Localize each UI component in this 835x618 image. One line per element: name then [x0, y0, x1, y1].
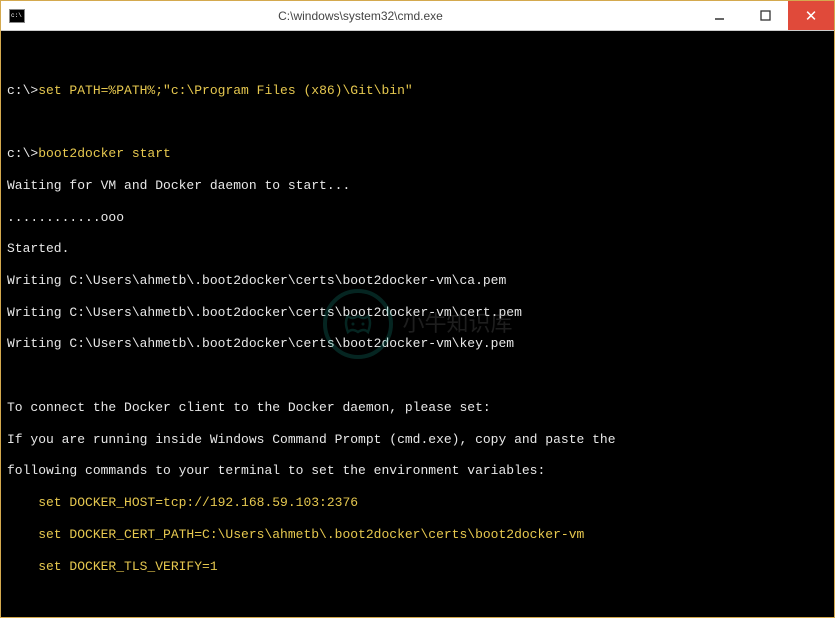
output-line: Started. — [7, 241, 828, 257]
close-icon: ✕ — [805, 7, 818, 25]
terminal-area[interactable]: 小牛知识库 c:\>set PATH=%PATH%;"c:\Program Fi… — [1, 31, 834, 617]
close-button[interactable]: ✕ — [788, 1, 834, 30]
terminal-line: c:\>set PATH=%PATH%;"c:\Program Files (x… — [7, 83, 828, 99]
output-line: following commands to your terminal to s… — [7, 463, 828, 479]
window-title: C:\windows\system32\cmd.exe — [25, 9, 696, 23]
maximize-button[interactable] — [742, 1, 788, 30]
terminal-line: c:\>boot2docker start — [7, 146, 828, 162]
output-line: Waiting for VM and Docker daemon to star… — [7, 178, 828, 194]
cmd-window: C:\windows\system32\cmd.exe ✕ 小牛知识库 c:\>… — [0, 0, 835, 618]
cmd-icon — [9, 9, 25, 23]
output-line: To connect the Docker client to the Dock… — [7, 400, 828, 416]
prompt: c:\> — [7, 83, 38, 98]
output-line: Writing C:\Users\ahmetb\.boot2docker\cer… — [7, 336, 828, 352]
env-command: set DOCKER_CERT_PATH=C:\Users\ahmetb\.bo… — [7, 527, 828, 543]
minimize-icon — [714, 10, 725, 21]
env-command: set DOCKER_TLS_VERIFY=1 — [7, 559, 828, 575]
prompt: c:\> — [7, 146, 38, 161]
output-line: Writing C:\Users\ahmetb\.boot2docker\cer… — [7, 273, 828, 289]
minimize-button[interactable] — [696, 1, 742, 30]
maximize-icon — [760, 10, 771, 21]
output-line: ............ooo — [7, 210, 828, 226]
titlebar[interactable]: C:\windows\system32\cmd.exe ✕ — [1, 1, 834, 31]
env-command: set DOCKER_HOST=tcp://192.168.59.103:237… — [7, 495, 828, 511]
output-line: Writing C:\Users\ahmetb\.boot2docker\cer… — [7, 305, 828, 321]
command-text: set PATH=%PATH%;"c:\Program Files (x86)\… — [38, 83, 412, 98]
output-line: If you are running inside Windows Comman… — [7, 432, 828, 448]
command-text: boot2docker start — [38, 146, 171, 161]
window-controls: ✕ — [696, 1, 834, 30]
